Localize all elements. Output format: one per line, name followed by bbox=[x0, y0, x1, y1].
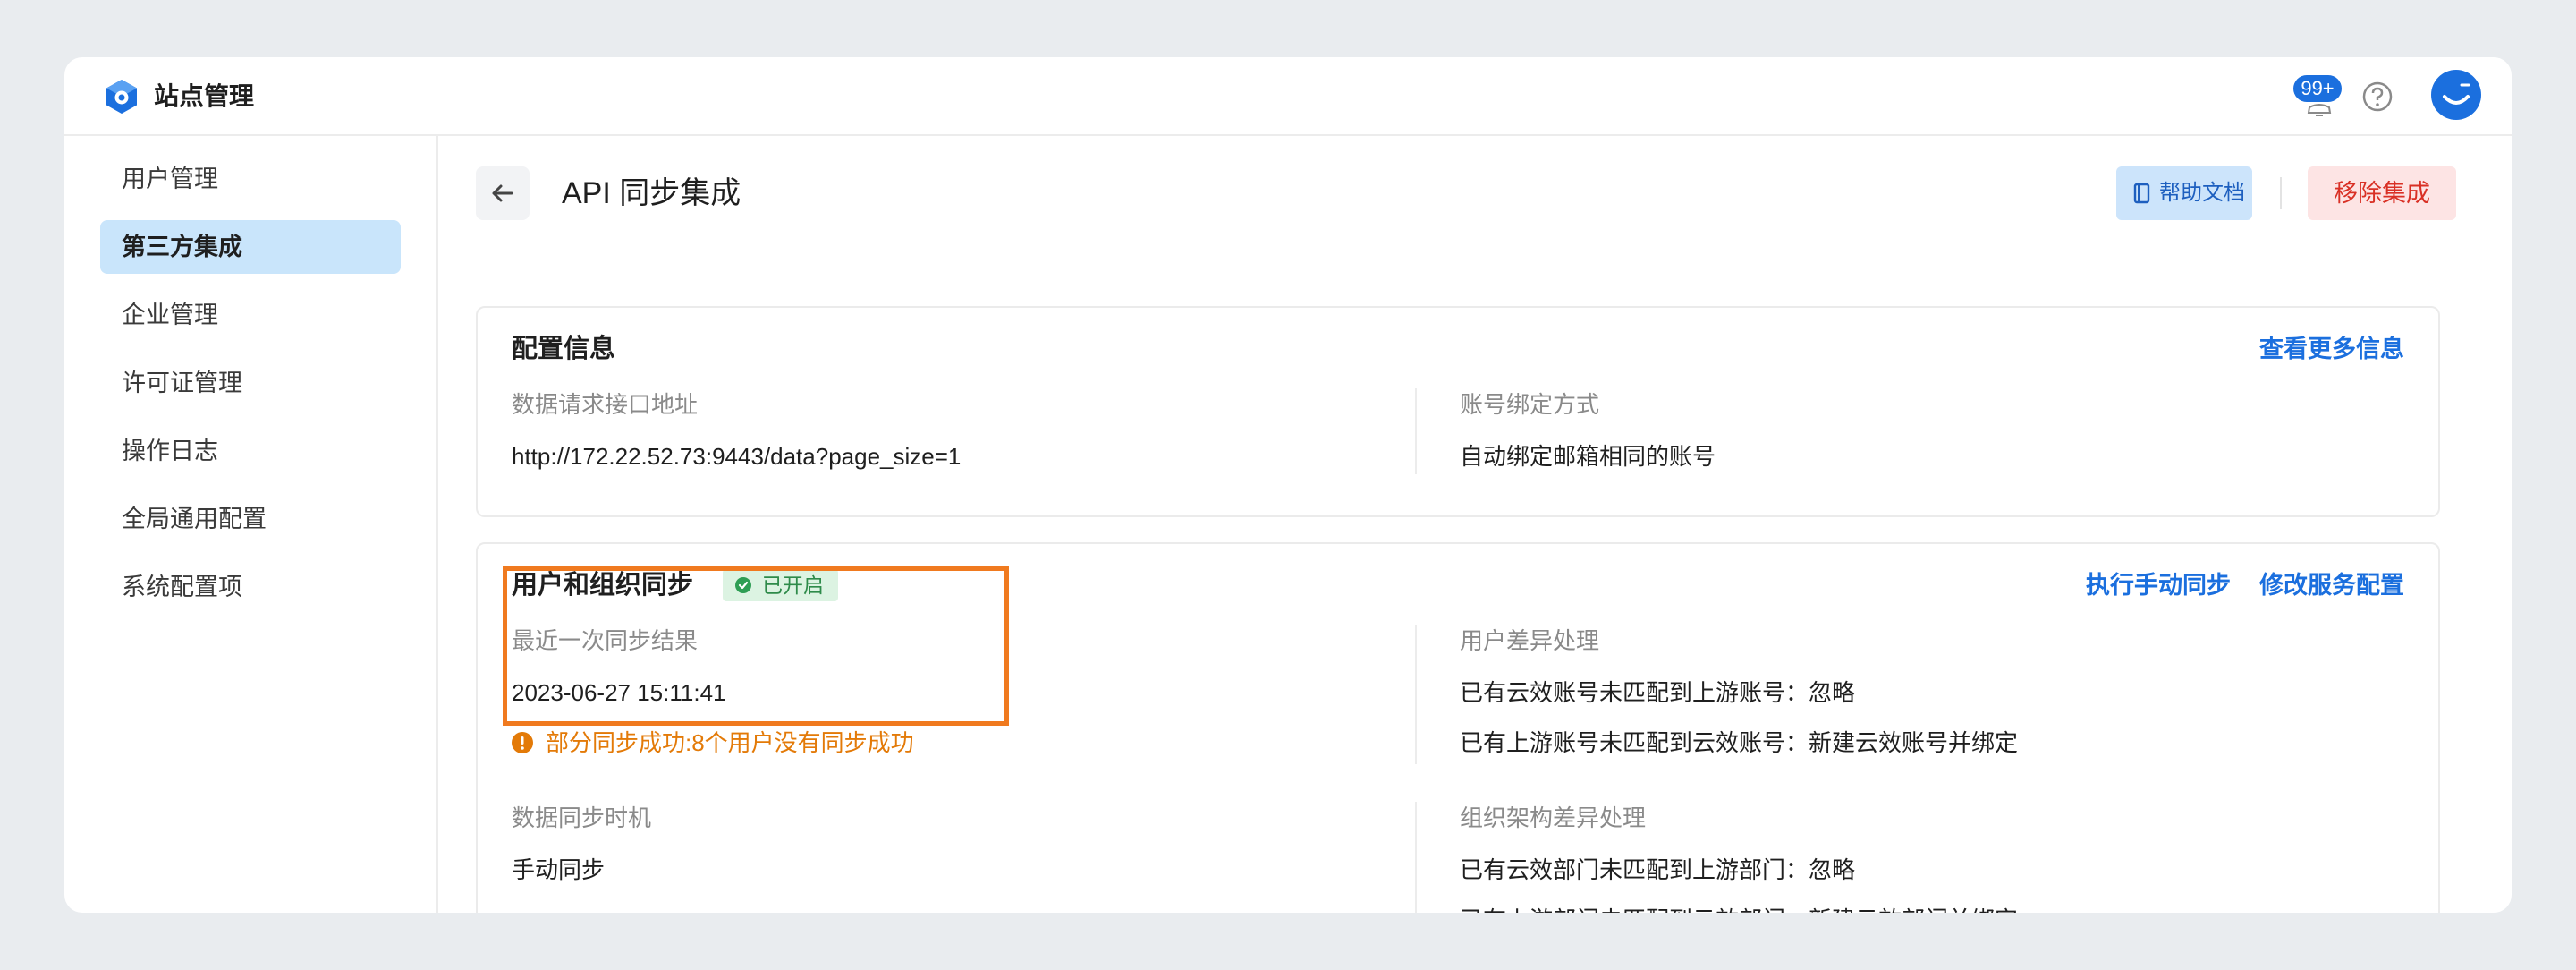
page-title: API 同步集成 bbox=[562, 176, 741, 210]
annotation-highlight-box bbox=[503, 566, 1009, 726]
binding-method-value: 自动绑定邮箱相同的账号 bbox=[1460, 443, 1716, 470]
manual-sync-link[interactable]: 执行手动同步 bbox=[2086, 567, 2231, 603]
user-diff-rule-1: 已有云效账号未匹配到上游账号：忽略 bbox=[1460, 679, 1856, 706]
warning-icon bbox=[512, 732, 533, 753]
back-button[interactable] bbox=[476, 166, 530, 220]
org-diff-rule-1: 已有云效部门未匹配到上游部门：忽略 bbox=[1460, 856, 1856, 883]
org-diff-label: 组织架构差异处理 bbox=[1460, 804, 1647, 831]
document-icon bbox=[2133, 183, 2150, 204]
api-url-label: 数据请求接口地址 bbox=[512, 391, 699, 418]
remove-integration-button[interactable]: 移除集成 bbox=[2308, 166, 2456, 220]
sidebar-item-global-config[interactable]: 全局通用配置 bbox=[100, 492, 401, 546]
sync-timing-label: 数据同步时机 bbox=[512, 804, 652, 831]
bell-icon bbox=[2307, 104, 2332, 116]
arrow-left-icon bbox=[492, 184, 513, 202]
api-url-value: http://172.22.52.73:9443/data?page_size=… bbox=[512, 443, 962, 470]
notification-button[interactable]: 99+ bbox=[2293, 75, 2351, 122]
sidebar-item-system-config[interactable]: 系统配置项 bbox=[100, 560, 401, 614]
config-info-card: 配置信息 查看更多信息 数据请求接口地址 http://172.22.52.73… bbox=[476, 306, 2440, 517]
sidebar-item-third-party-integration[interactable]: 第三方集成 bbox=[100, 220, 401, 274]
avatar-face-icon bbox=[2443, 83, 2470, 105]
help-doc-label: 帮助文档 bbox=[2159, 181, 2245, 205]
sidebar-item-enterprise-management[interactable]: 企业管理 bbox=[100, 288, 401, 342]
binding-method-label: 账号绑定方式 bbox=[1460, 391, 1600, 418]
column-divider bbox=[1415, 625, 1417, 764]
top-bar: 站点管理 99+ bbox=[64, 57, 2512, 136]
sidebar-item-operation-log[interactable]: 操作日志 bbox=[100, 424, 401, 478]
user-diff-rule-2: 已有上游账号未匹配到云效账号：新建云效账号并绑定 bbox=[1460, 729, 2019, 756]
app-title: 站点管理 bbox=[154, 82, 255, 110]
help-doc-button[interactable]: 帮助文档 bbox=[2116, 166, 2252, 220]
column-divider bbox=[1415, 388, 1417, 474]
sidebar-item-user-management[interactable]: 用户管理 bbox=[100, 152, 401, 206]
sidebar: 用户管理 第三方集成 企业管理 许可证管理 操作日志 全局通用配置 系统配置项 bbox=[64, 136, 438, 913]
last-sync-warning: 部分同步成功:8个用户没有同步成功 bbox=[512, 727, 914, 759]
app-window: 站点管理 99+ 用户管理 第三方集成 企业管理 许可证管理 操作日志 全局通用… bbox=[64, 57, 2512, 913]
sidebar-item-license-management[interactable]: 许可证管理 bbox=[100, 356, 401, 410]
sync-timing-value: 手动同步 bbox=[512, 856, 606, 883]
last-sync-message: 部分同步成功:8个用户没有同步成功 bbox=[546, 729, 914, 756]
user-diff-label: 用户差异处理 bbox=[1460, 627, 1600, 654]
view-more-info-link[interactable]: 查看更多信息 bbox=[2259, 331, 2404, 367]
column-divider bbox=[1415, 802, 1417, 913]
main-content: API 同步集成 帮助文档 移除集成 配置信息 查看更多信息 数据请求接口地址 … bbox=[438, 136, 2512, 913]
toolbar-divider bbox=[2280, 177, 2282, 209]
org-diff-rule-2: 已有上游部门未匹配到云效部门：新建云效部门并绑定 bbox=[1460, 904, 2018, 913]
help-icon[interactable] bbox=[2360, 79, 2395, 115]
edit-service-config-link[interactable]: 修改服务配置 bbox=[2259, 567, 2404, 603]
config-card-title: 配置信息 bbox=[512, 335, 616, 363]
site-logo-icon bbox=[106, 80, 137, 114]
notification-badge: 99+ bbox=[2293, 75, 2342, 102]
user-avatar[interactable] bbox=[2431, 70, 2481, 120]
